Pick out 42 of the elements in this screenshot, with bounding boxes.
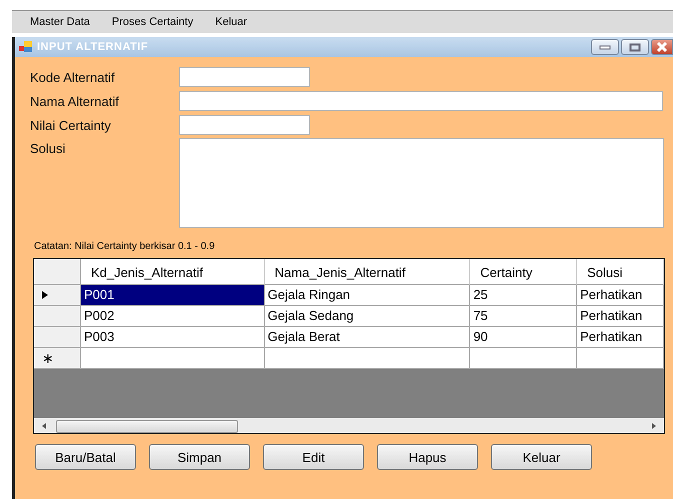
- action-button[interactable]: Baru/Batal: [35, 444, 136, 470]
- column-header[interactable]: Kd_Jenis_Alternatif: [80, 259, 265, 285]
- field-label: Nilai Certainty: [30, 118, 112, 132]
- action-button[interactable]: Keluar: [491, 444, 592, 470]
- minimize-icon: [599, 44, 611, 50]
- column-header[interactable]: Solusi: [577, 259, 664, 285]
- close-icon: [656, 42, 668, 52]
- action-button[interactable]: Hapus: [377, 444, 478, 470]
- close-button[interactable]: [651, 39, 673, 55]
- menu-item[interactable]: Proses Certainty: [112, 16, 194, 28]
- input-field[interactable]: [179, 91, 663, 111]
- scroll-right-icon: [650, 422, 658, 430]
- input-field[interactable]: [179, 138, 664, 228]
- table-cell[interactable]: [264, 348, 470, 369]
- horizontal-scrollbar[interactable]: [34, 418, 664, 433]
- field-label: Solusi: [30, 141, 66, 156]
- new-row-marker: ∗: [34, 348, 81, 369]
- input-field[interactable]: [179, 115, 310, 135]
- table-cell[interactable]: [577, 348, 664, 369]
- action-button[interactable]: Edit: [263, 444, 364, 470]
- column-header[interactable]: Certainty: [470, 259, 578, 285]
- table-cell: P001: [80, 285, 265, 306]
- form-icon: [19, 41, 33, 53]
- note-text: Catatan: Nilai Certainty berkisar 0.1 - 0.9: [34, 241, 216, 252]
- menu-item[interactable]: Master Data: [30, 16, 90, 28]
- maximize-icon: [629, 42, 641, 52]
- row-header[interactable]: [34, 285, 81, 306]
- table-cell[interactable]: [80, 348, 265, 369]
- scroll-thumb[interactable]: [56, 420, 238, 432]
- table-cell[interactable]: [470, 348, 578, 369]
- field-label: Kode Alternatif: [30, 70, 116, 84]
- window-title: INPUT ALTERNATIF: [37, 41, 148, 53]
- current-row-icon: [42, 291, 48, 299]
- field-label: Nama Alternatif: [30, 94, 120, 108]
- column-header[interactable]: Nama_Jenis_Alternatif: [264, 259, 470, 285]
- maximize-button[interactable]: [621, 39, 649, 55]
- menu-item[interactable]: Keluar: [215, 16, 248, 28]
- input-field[interactable]: [179, 67, 310, 87]
- minimize-button[interactable]: [591, 39, 619, 55]
- row-header: [34, 259, 81, 285]
- action-button[interactable]: Simpan: [149, 444, 250, 470]
- scroll-left-icon: [40, 422, 48, 430]
